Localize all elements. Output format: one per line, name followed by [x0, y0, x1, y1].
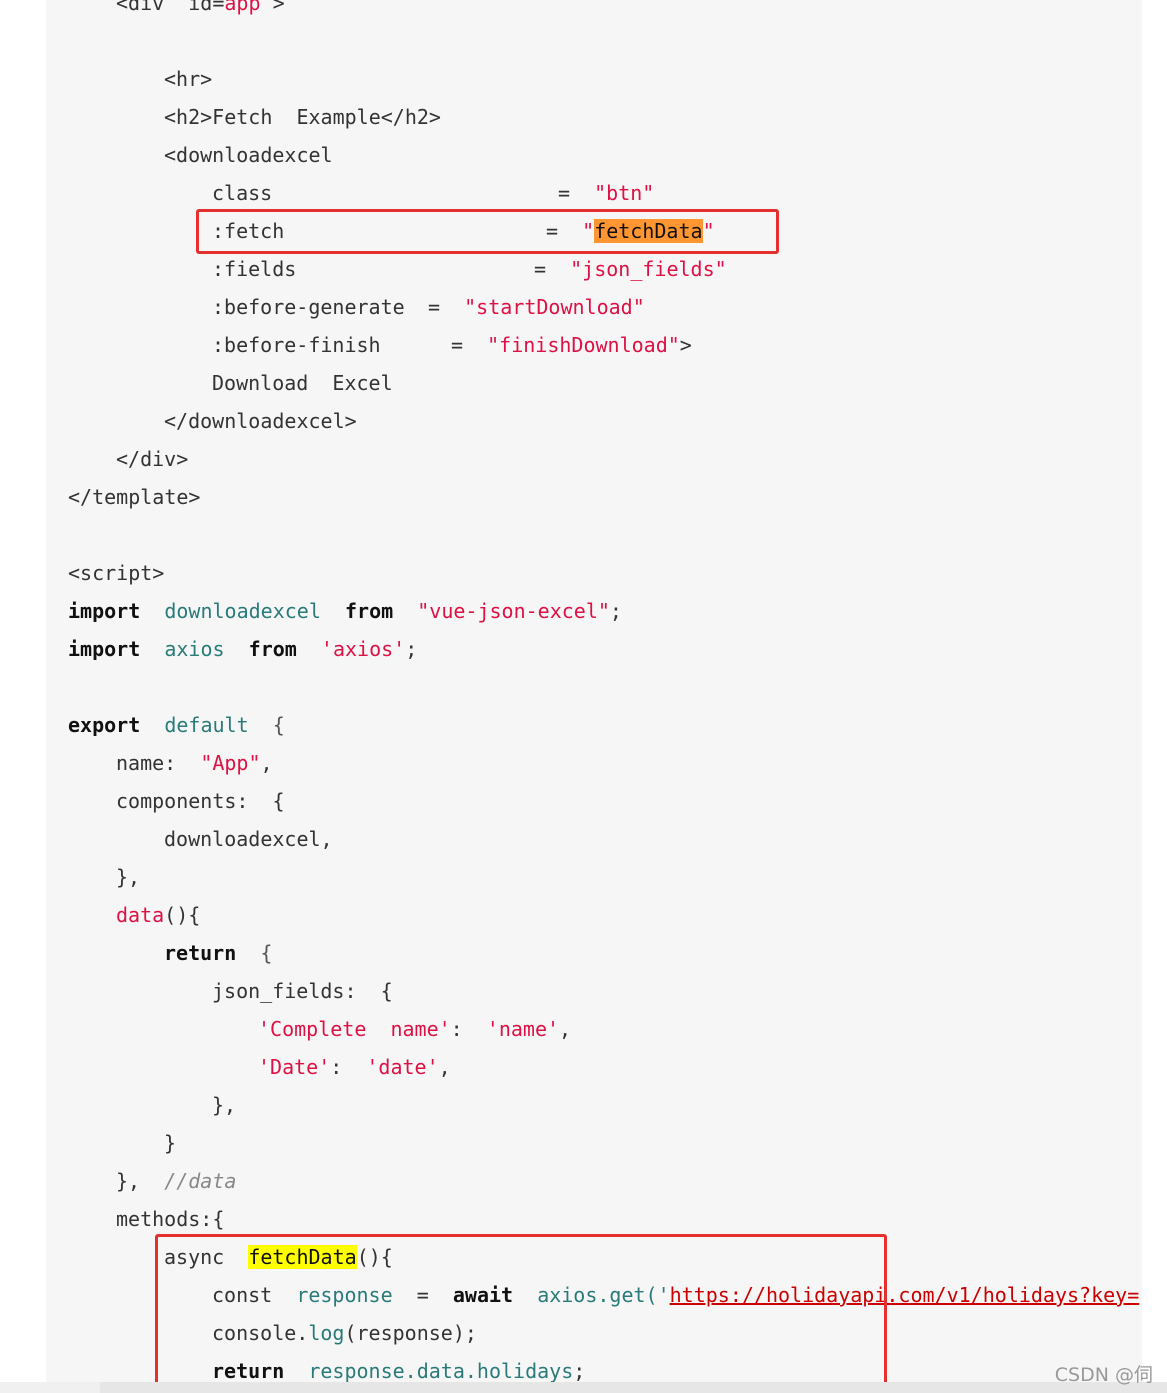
- code-token: :before-finish: [212, 333, 381, 357]
- code-token: 'date': [366, 1055, 439, 1079]
- code-token: id=: [188, 0, 225, 15]
- code-line: <downloadexcel: [164, 143, 333, 167]
- code-line: :before-generate: [212, 288, 405, 326]
- code-token: downloadexcel: [164, 599, 321, 623]
- code-line: export default {: [68, 706, 285, 744]
- code-token: :: [330, 1055, 343, 1079]
- code-line: }: [164, 1131, 177, 1155]
- code-token: {: [272, 713, 285, 737]
- code-line: class: [212, 174, 272, 212]
- code-token: ,: [559, 1017, 572, 1041]
- scrollbar-track-left: [0, 1382, 100, 1393]
- code-line: <h2>Fetch Example</h2>: [164, 105, 441, 129]
- code-line: :fields: [212, 250, 296, 288]
- code-token: =: [534, 257, 547, 281]
- code-token: class: [212, 181, 273, 205]
- code-line: downloadexcel,: [164, 827, 333, 851]
- code-token: "json_fields": [570, 257, 727, 281]
- code-token: export: [68, 713, 141, 737]
- code-line: },: [212, 1093, 237, 1117]
- code-line: </div>: [116, 447, 189, 471]
- horizontal-scrollbar[interactable]: [100, 1382, 1167, 1393]
- watermark: CSDN @伺: [1054, 1364, 1153, 1386]
- code-token: import: [68, 637, 141, 661]
- code-token: 'Date': [258, 1055, 331, 1079]
- code-line: import downloadexcel from "vue-json-exce…: [68, 592, 622, 630]
- code-token: axios: [164, 637, 225, 661]
- code-line: 'Complete name': 'name',: [258, 1010, 571, 1048]
- code-token: ;: [405, 637, 418, 661]
- code-token: from: [248, 637, 297, 661]
- code-token: =: [558, 181, 571, 205]
- code-token: =: [428, 295, 441, 319]
- code-token: },: [116, 1169, 141, 1193]
- code-token: >: [679, 333, 692, 357]
- code-line: :before-finish: [212, 326, 381, 364]
- code-token: :fields: [212, 257, 297, 281]
- code-token: name:: [116, 751, 177, 775]
- code-token: return: [164, 941, 237, 965]
- code-line: json_fields: {: [212, 979, 393, 1003]
- code-token: "vue-json-excel": [417, 599, 610, 623]
- code-line: <div id=app >: [116, 0, 285, 22]
- code-comment: //data: [164, 1169, 237, 1193]
- code-line: components: {: [116, 789, 285, 813]
- code-line: name: "App",: [116, 744, 273, 782]
- code-token: import: [68, 599, 141, 623]
- code-token: 'name': [486, 1017, 560, 1041]
- code-token: :before-generate: [212, 295, 405, 319]
- code-line: methods:{: [116, 1207, 225, 1231]
- code-token: =: [451, 333, 464, 357]
- code-line: Download Excel: [212, 371, 393, 395]
- code-token: ,: [260, 751, 273, 775]
- code-token: <div: [116, 0, 165, 15]
- code-token: "finishDownload": [487, 333, 680, 357]
- code-line: <script>: [68, 561, 165, 585]
- code-line: </downloadexcel>: [164, 409, 357, 433]
- code-token: data: [116, 903, 165, 927]
- code-token: {: [260, 941, 273, 965]
- code-line: import axios from 'axios';: [68, 630, 417, 668]
- code-line: },: [116, 865, 141, 889]
- code-block: <div id=app > <hr> <h2>Fetch Example</h2…: [46, 0, 1142, 1382]
- code-line: 'Date': 'date',: [258, 1048, 451, 1086]
- annotation-box-fetch: [196, 209, 779, 254]
- code-line: }, //data: [116, 1162, 236, 1200]
- code-line: = "startDownload": [428, 288, 645, 326]
- code-line: = "finishDownload">: [451, 326, 692, 364]
- code-token: "App": [200, 751, 261, 775]
- code-token: ;: [609, 599, 622, 623]
- code-token: (){: [164, 903, 201, 927]
- code-token: "btn": [594, 181, 655, 205]
- code-token: 'axios': [320, 637, 406, 661]
- code-line: <hr>: [164, 67, 213, 91]
- code-token: ,: [438, 1055, 451, 1079]
- code-token: :: [450, 1017, 463, 1041]
- code-token: >: [272, 0, 285, 15]
- code-line: return {: [164, 934, 272, 972]
- code-token: 'Complete name': [258, 1017, 451, 1041]
- code-token: app: [224, 0, 261, 15]
- annotation-box-method: [155, 1234, 887, 1386]
- code-line: = "json_fields": [534, 250, 727, 288]
- code-line: </template>: [68, 485, 201, 509]
- code-line: data(){: [116, 896, 200, 934]
- code-token: "startDownload": [464, 295, 645, 319]
- code-token: default: [164, 713, 249, 737]
- code-token: from: [344, 599, 394, 623]
- code-line: = "btn": [558, 174, 654, 212]
